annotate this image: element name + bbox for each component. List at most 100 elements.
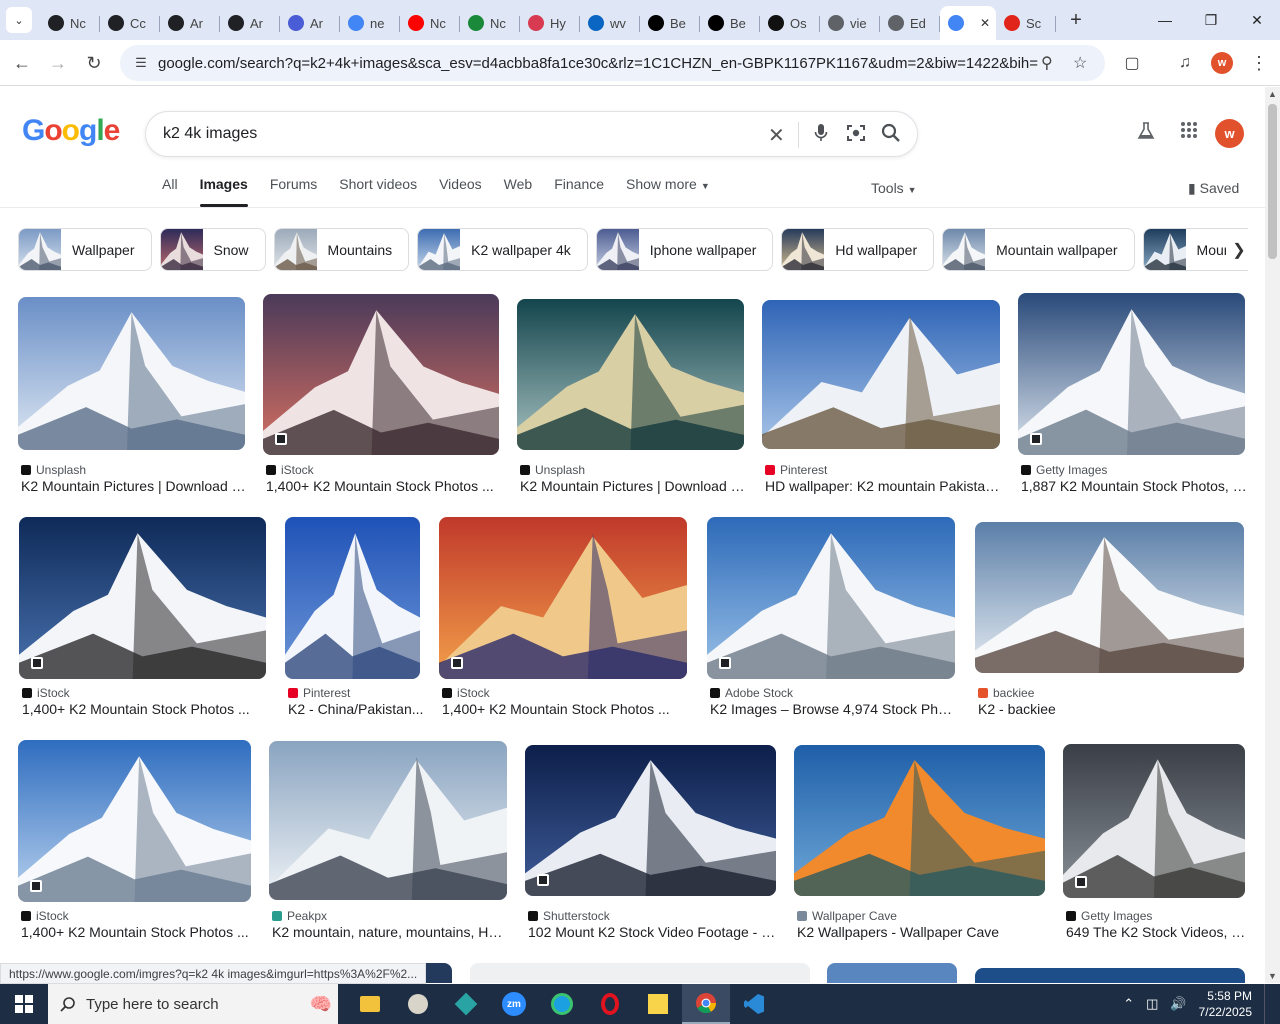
result-source[interactable]: Adobe Stock: [710, 686, 793, 700]
result-thumbnail[interactable]: [1018, 293, 1245, 455]
search-chip[interactable]: Iphone wallpaper: [595, 228, 774, 271]
browser-tab[interactable]: Be: [700, 7, 760, 39]
result-source[interactable]: Pinterest: [288, 686, 350, 700]
result-source[interactable]: iStock: [266, 463, 314, 477]
opera-browser-icon[interactable]: [586, 984, 634, 1024]
image-result-card[interactable]: Adobe Stock K2 Images – Browse 4,974 Stoc…: [707, 517, 958, 722]
image-result-card[interactable]: iStock 1,400+ K2 Mountain Stock Photos ..…: [439, 517, 687, 722]
result-source[interactable]: Unsplash: [520, 463, 585, 477]
search-tab-finance[interactable]: Finance: [554, 176, 604, 207]
search-tab-all[interactable]: All: [162, 176, 178, 207]
partial-thumbnail[interactable]: [827, 963, 957, 983]
clear-search-icon[interactable]: ✕: [768, 123, 785, 148]
browser-tab[interactable]: Sc: [996, 7, 1056, 39]
image-result-card[interactable]: Pinterest K2 - China/Pakistan...: [285, 517, 423, 722]
bookmark-star-icon[interactable]: ☆: [1073, 53, 1087, 73]
result-source[interactable]: Unsplash: [21, 463, 86, 477]
chips-next-icon[interactable]: ❯: [1226, 236, 1252, 264]
browser-tab[interactable]: Nc: [400, 7, 460, 39]
result-source[interactable]: iStock: [22, 686, 70, 700]
result-title[interactable]: 1,887 K2 Mountain Stock Photos, H...: [1021, 478, 1248, 494]
taskbar-search-box[interactable]: Type here to search 🧠: [48, 984, 338, 1024]
result-source[interactable]: iStock: [21, 909, 69, 923]
search-tab-videos[interactable]: Videos: [439, 176, 482, 207]
search-tab-show-more[interactable]: Show more ▼: [626, 176, 710, 207]
result-title[interactable]: K2 Mountain Pictures | Download F...: [520, 478, 747, 494]
sticky-notes-icon[interactable]: [634, 984, 682, 1024]
result-thumbnail[interactable]: [269, 741, 507, 900]
result-thumbnail[interactable]: [439, 517, 687, 679]
browser-tab[interactable]: Nc: [460, 7, 520, 39]
result-title[interactable]: HD wallpaper: K2 mountain Pakistan ...: [765, 478, 1003, 494]
show-hidden-icons-icon[interactable]: ⌃: [1123, 996, 1134, 1012]
back-icon[interactable]: ←: [5, 46, 39, 80]
windows-start-icon[interactable]: [0, 984, 48, 1024]
search-submit-icon[interactable]: [881, 123, 901, 148]
tools-menu[interactable]: Tools ▼: [871, 180, 917, 196]
result-thumbnail[interactable]: [285, 517, 420, 679]
search-chip[interactable]: Hd wallpaper: [781, 228, 935, 271]
result-source[interactable]: Pinterest: [765, 463, 827, 477]
media-control-icon[interactable]: ♫: [1168, 46, 1202, 80]
result-thumbnail[interactable]: [762, 300, 1000, 449]
saved-link[interactable]: ▮ Saved: [1188, 180, 1239, 197]
site-info-icon[interactable]: ☰: [126, 55, 156, 71]
result-title[interactable]: 1,400+ K2 Mountain Stock Photos ...: [22, 701, 269, 717]
browser-tab[interactable]: Be: [640, 7, 700, 39]
browser-tab[interactable]: Ar: [160, 7, 220, 39]
result-title[interactable]: K2 - backiee: [978, 701, 1247, 717]
result-title[interactable]: 1,400+ K2 Mountain Stock Photos ...: [442, 701, 690, 717]
zoom-search-icon[interactable]: ⚲: [1041, 53, 1053, 73]
result-source[interactable]: backiee: [978, 686, 1034, 700]
browser-tab[interactable]: Cc: [100, 7, 160, 39]
minimize-icon[interactable]: —: [1142, 0, 1188, 40]
search-chip[interactable]: Mountains: [273, 228, 410, 271]
restore-icon[interactable]: ❐: [1188, 0, 1234, 40]
vscode-icon[interactable]: [730, 984, 778, 1024]
result-thumbnail[interactable]: [1063, 744, 1245, 898]
partial-thumbnail[interactable]: [470, 963, 810, 983]
partial-thumbnail[interactable]: [975, 968, 1245, 983]
result-title[interactable]: K2 Mountain Pictures | Download F...: [21, 478, 248, 494]
search-tab-images[interactable]: Images: [199, 176, 249, 207]
search-chip[interactable]: Mountain wallpaper: [942, 228, 1135, 271]
browser-tab[interactable]: ne: [340, 7, 400, 39]
browser-tab[interactable]: Hy: [520, 7, 580, 39]
result-source[interactable]: Peakpx: [272, 909, 327, 923]
paint-app-icon[interactable]: [394, 984, 442, 1024]
scrollbar-thumb[interactable]: [1268, 104, 1277, 259]
forward-icon[interactable]: →: [41, 46, 75, 80]
result-thumbnail[interactable]: [707, 517, 955, 679]
result-title[interactable]: 102 Mount K2 Stock Video Footage - 4...: [528, 924, 779, 940]
chrome-menu-icon[interactable]: ⋮: [1242, 46, 1276, 80]
search-chip[interactable]: Snow: [159, 228, 266, 271]
result-source[interactable]: Wallpaper Cave: [797, 909, 897, 923]
result-title[interactable]: K2 mountain, nature, mountains, HD ...: [272, 924, 510, 940]
result-thumbnail[interactable]: [263, 294, 499, 455]
image-result-card[interactable]: Shutterstock 102 Mount K2 Stock Video Foo…: [525, 745, 779, 945]
show-desktop-button[interactable]: [1264, 984, 1268, 1024]
result-title[interactable]: 649 The K2 Stock Videos, F...: [1066, 924, 1248, 940]
chrome-browser-icon[interactable]: [682, 984, 730, 1024]
result-source[interactable]: Getty Images: [1021, 463, 1107, 477]
search-tab-short-videos[interactable]: Short videos: [339, 176, 417, 207]
image-result-card[interactable]: Unsplash K2 Mountain Pictures | Download …: [18, 297, 248, 499]
result-thumbnail[interactable]: [517, 299, 744, 450]
taskbar-clock[interactable]: 5:58 PM 7/22/2025: [1199, 988, 1252, 1020]
edge-browser-icon[interactable]: [538, 984, 586, 1024]
google-logo[interactable]: Google: [22, 114, 120, 148]
reload-icon[interactable]: ↻: [77, 46, 111, 80]
network-icon[interactable]: ◫: [1146, 996, 1158, 1012]
result-thumbnail[interactable]: [525, 745, 776, 896]
image-result-card[interactable]: iStock 1,400+ K2 Mountain Stock Photos ..…: [263, 294, 499, 499]
browser-tab[interactable]: Ed: [880, 7, 940, 39]
browser-tab[interactable]: Ar: [220, 7, 280, 39]
image-result-card[interactable]: backiee K2 - backiee: [975, 522, 1244, 722]
result-source[interactable]: Shutterstock: [528, 909, 610, 923]
image-result-card[interactable]: Getty Images 1,887 K2 Mountain Stock Phot…: [1018, 293, 1248, 499]
image-result-card[interactable]: Getty Images 649 The K2 Stock Videos, F..…: [1063, 744, 1248, 945]
result-thumbnail[interactable]: [794, 745, 1045, 896]
file-explorer-icon[interactable]: [346, 984, 394, 1024]
search-tab-forums[interactable]: Forums: [270, 176, 317, 207]
search-chip[interactable]: K2 wallpaper 4k: [417, 228, 588, 271]
